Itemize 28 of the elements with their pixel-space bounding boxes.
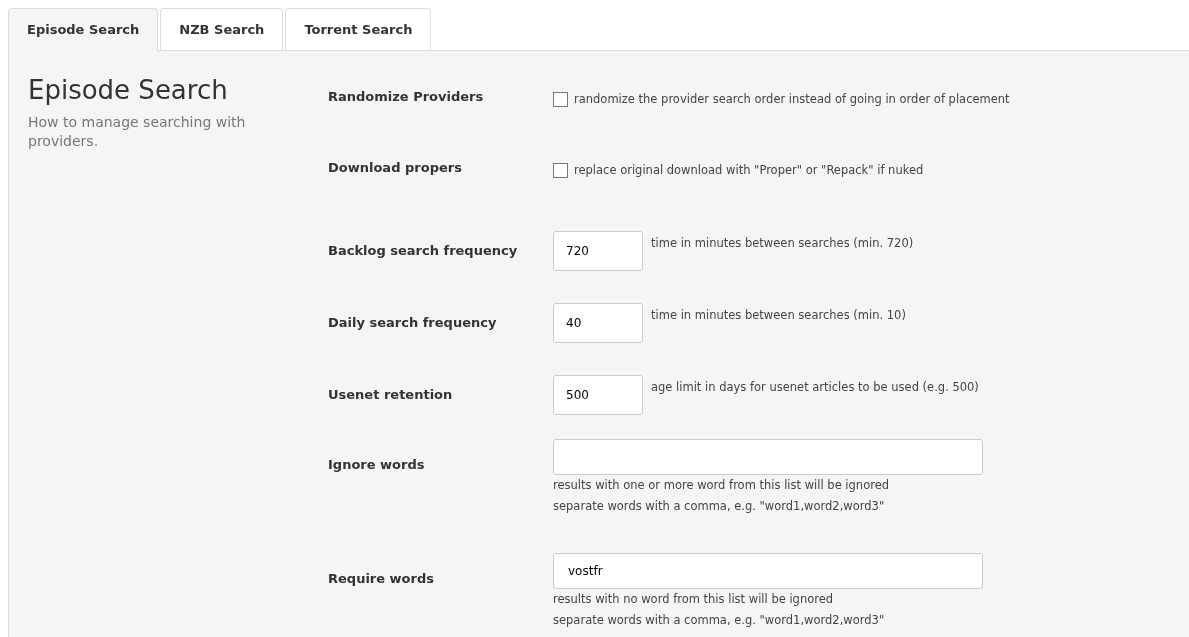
setting-label: Backlog search frequency [328, 242, 519, 260]
number-field[interactable]: 40 [553, 303, 643, 343]
setting-label: Usenet retention [328, 386, 454, 404]
text-field[interactable]: vostfr [553, 553, 983, 589]
setting-label: Daily search frequency [328, 314, 498, 332]
help-text: replace original download with "Proper" or "Repack" if nuked [574, 162, 924, 179]
setting-label: Download propers [328, 160, 463, 177]
number-field[interactable]: 720 [553, 231, 643, 271]
tab[interactable]: NZB Search [160, 8, 284, 50]
tab[interactable]: Torrent Search [285, 8, 432, 50]
help-text: separate words with a comma, e.g. "word1,word2,word3" [553, 612, 886, 629]
help-text: time in minutes between searches (min. 10) [651, 307, 906, 324]
help-text: separate words with a comma, e.g. "word1,word2,word3" [553, 498, 886, 515]
help-text: randomize the provider search order instead of going in order of placement [574, 91, 1010, 108]
number-field[interactable]: 500 [553, 375, 643, 415]
text-field[interactable] [553, 439, 983, 475]
help-text: results with no word from this list will be ignored [553, 591, 835, 608]
setting-label: Ignore words [328, 456, 426, 474]
checkbox[interactable] [553, 92, 568, 107]
tab[interactable]: Episode Search [8, 8, 159, 51]
setting-label: Require words [328, 570, 435, 588]
help-text: age limit in days for usenet articles to be used (e.g. 500) [651, 379, 979, 396]
section-description: How to manage searching with providers. [28, 113, 247, 151]
checkbox[interactable] [553, 163, 568, 178]
setting-label: Randomize Providers [328, 89, 485, 106]
help-text: time in minutes between searches (min. 720) [651, 235, 914, 252]
section-title: Episode Search [28, 75, 229, 105]
help-text: results with one or more word from this list will be ignored [553, 477, 891, 494]
